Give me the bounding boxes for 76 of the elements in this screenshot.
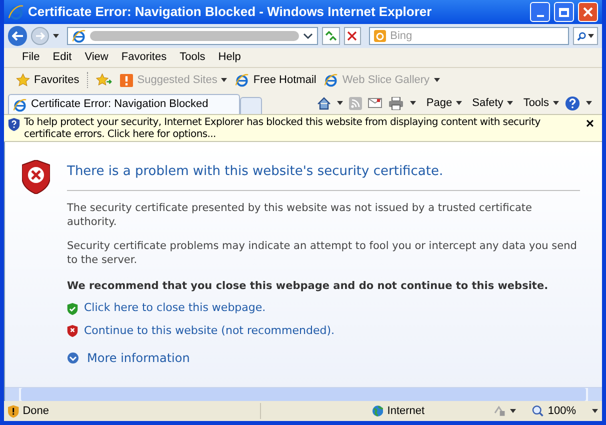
ie-logo-icon (324, 73, 338, 87)
back-arrow-icon (12, 31, 24, 41)
caret-icon (553, 101, 559, 105)
browser-tab[interactable]: Certificate Error: Navigation Blocked (8, 94, 240, 114)
caret-icon (586, 101, 592, 105)
ie-logo-icon (8, 4, 24, 20)
close-button[interactable] (578, 2, 598, 22)
expand-icon[interactable] (67, 352, 79, 364)
address-field[interactable] (66, 27, 318, 45)
caret-icon (510, 409, 516, 413)
caret-icon (507, 101, 514, 105)
information-bar-close-button[interactable]: × (582, 117, 598, 129)
check-shield-icon (67, 302, 78, 314)
home-icon[interactable] (317, 96, 332, 110)
caret-icon (434, 78, 440, 82)
globe-icon (372, 405, 384, 417)
forward-button[interactable] (31, 27, 49, 45)
menu-item[interactable]: File (22, 49, 40, 66)
search-button[interactable] (572, 27, 598, 45)
caret-icon (410, 101, 416, 105)
error-shield-icon (22, 160, 50, 194)
menu-item[interactable]: Help (218, 49, 241, 66)
suggested-sites-icon (120, 74, 134, 86)
error-heading: There is a problem with this website's security certificate. (67, 162, 580, 190)
caret-icon (52, 34, 59, 38)
refresh-icon (324, 31, 337, 41)
menu-item[interactable]: View (84, 49, 108, 66)
print-icon[interactable] (388, 96, 404, 110)
menu-item[interactable]: Edit (52, 49, 72, 66)
favorites-bar-link[interactable]: Free Hotmail (235, 72, 316, 88)
ie-logo-icon (13, 98, 27, 112)
zoom-level[interactable]: 100% (548, 402, 576, 420)
command-menu-button[interactable]: Tools (523, 94, 559, 112)
star-icon (16, 73, 30, 87)
mail-icon[interactable] (368, 98, 382, 108)
caret-icon (337, 101, 344, 105)
information-bar[interactable]: To help protect your security, Internet Explorer has blocked this website from displaying content with security certificate errors. Click here for options... × (4, 114, 602, 142)
caret-icon (588, 34, 594, 38)
error-shield-icon (67, 325, 78, 337)
command-menu-button[interactable]: Safety (472, 94, 514, 112)
recommendation-text: We recommend that you close this webpage and do not continue to this website. (67, 278, 550, 294)
caret-icon (221, 78, 228, 82)
information-bar-text: To help protect your security, Internet Explorer has blocked this website from displaying content with security certificate errors. Click here for options... (24, 117, 542, 141)
refresh-button[interactable] (322, 27, 340, 45)
caret-icon (592, 409, 598, 413)
maximize-button[interactable] (554, 2, 574, 22)
minimize-button[interactable] (530, 2, 550, 22)
shield-icon (8, 118, 20, 131)
close-icon (583, 7, 593, 17)
security-zone: Internet (387, 404, 426, 419)
add-favorite-icon[interactable] (96, 73, 112, 87)
search-icon (576, 32, 586, 40)
ie-logo-icon (72, 29, 86, 43)
action-link[interactable]: Continue to this website (not recommended). (84, 322, 334, 340)
window-title: Certificate Error: Navigation Blocked - Windows Internet Explorer (28, 3, 433, 22)
zoom-icon[interactable] (532, 405, 544, 417)
help-icon[interactable] (565, 96, 580, 110)
forward-arrow-icon (35, 32, 46, 40)
favorites-button[interactable]: Favorites (16, 72, 88, 88)
caret-icon (456, 101, 462, 105)
search-field[interactable]: Bing (369, 27, 569, 45)
bing-logo-icon (374, 30, 386, 42)
menu-item[interactable]: Tools (180, 49, 206, 66)
error-paragraph: The security certificate presented by this website was not issued by a trusted certificate authority. (67, 200, 533, 228)
ie-logo-icon (235, 73, 250, 87)
more-information-link[interactable]: More information (87, 349, 190, 368)
back-button[interactable] (8, 26, 28, 46)
menu-item[interactable]: Favorites (121, 49, 167, 66)
stop-button[interactable] (344, 27, 362, 45)
error-paragraph: Security certificate problems may indicate an attempt to fool you or intercept any data you send to the server. (67, 238, 578, 266)
action-link[interactable]: Click here to close this webpage. (84, 300, 266, 317)
command-menu-button[interactable]: Page (426, 94, 462, 112)
warning-shield-icon (8, 404, 19, 418)
status-text: Done (22, 404, 50, 419)
dropdown-icon (303, 32, 314, 40)
stop-icon (347, 31, 358, 41)
